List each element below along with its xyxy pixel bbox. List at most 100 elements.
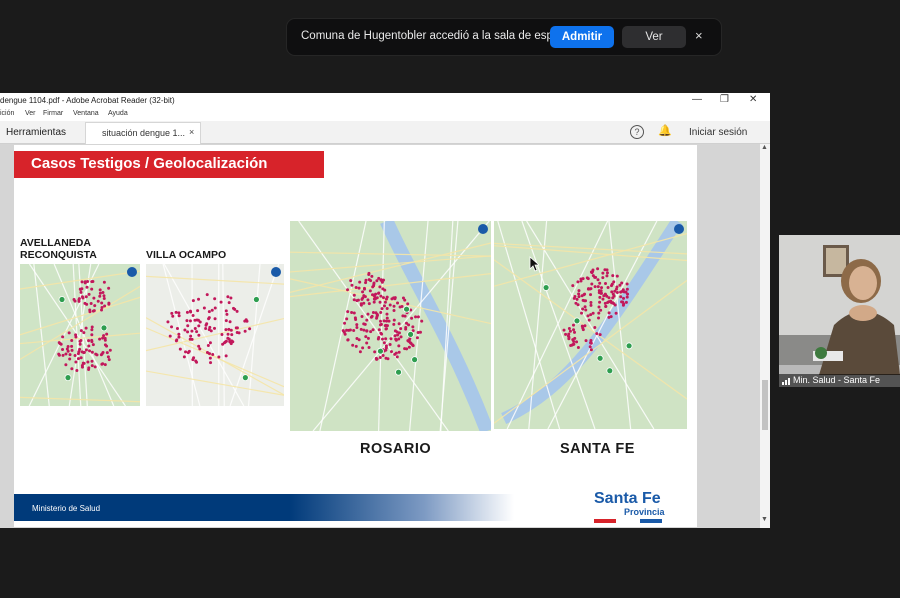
case-marker: [195, 330, 199, 334]
case-marker: [397, 331, 401, 335]
map-pin: [542, 284, 550, 291]
case-marker: [368, 289, 372, 293]
window-close-button[interactable]: ✕: [749, 94, 757, 105]
case-marker: [577, 295, 581, 299]
case-marker: [598, 333, 602, 337]
case-marker: [369, 315, 373, 319]
scroll-thumb[interactable]: [762, 380, 768, 430]
case-marker: [365, 341, 369, 345]
case-marker: [591, 311, 595, 315]
menu-item-help[interactable]: Ayuda: [108, 110, 128, 117]
tab-close-icon[interactable]: ×: [189, 127, 194, 137]
case-marker: [385, 306, 389, 310]
label-rosario: ROSARIO: [360, 441, 432, 457]
case-marker: [577, 292, 581, 296]
case-marker: [68, 353, 72, 357]
case-marker: [232, 306, 236, 310]
case-marker: [571, 323, 575, 327]
case-marker: [589, 293, 593, 297]
case-marker: [202, 306, 206, 310]
case-marker: [384, 297, 388, 301]
case-marker: [378, 356, 382, 360]
menu-item-window[interactable]: Ventana: [73, 110, 99, 117]
close-icon[interactable]: ×: [695, 28, 703, 43]
case-marker: [82, 331, 86, 335]
case-marker: [378, 323, 382, 327]
chevron-up-icon[interactable]: ▲: [761, 144, 768, 151]
case-marker: [367, 302, 371, 306]
bell-icon[interactable]: 🔔: [658, 124, 672, 137]
case-marker: [359, 302, 363, 306]
menu-item-view[interactable]: Ver: [25, 110, 36, 117]
case-marker: [213, 297, 217, 301]
case-marker: [87, 339, 91, 343]
case-marker: [93, 304, 97, 308]
menu-item-sign[interactable]: Firmar: [43, 110, 63, 117]
case-marker: [415, 336, 419, 340]
vertical-scrollbar[interactable]: ▲ ▼: [760, 144, 770, 528]
case-marker: [90, 333, 94, 337]
case-marker: [383, 300, 387, 304]
case-marker: [624, 300, 628, 304]
case-marker: [105, 351, 109, 355]
admit-button[interactable]: Admitir: [550, 26, 614, 48]
case-marker: [190, 337, 194, 341]
case-marker: [381, 354, 385, 358]
map-pin: [625, 342, 633, 350]
tab-document[interactable]: situación dengue 1... ×: [85, 122, 201, 144]
case-marker: [91, 343, 95, 347]
case-marker: [593, 326, 597, 330]
case-marker: [102, 296, 106, 300]
case-marker: [378, 285, 382, 289]
case-marker: [88, 349, 92, 353]
restore-button[interactable]: ❐: [720, 94, 729, 105]
case-marker: [193, 326, 197, 330]
case-marker: [393, 329, 397, 333]
case-marker: [411, 325, 415, 329]
case-marker: [90, 359, 94, 363]
case-marker: [394, 351, 398, 355]
case-marker: [605, 274, 609, 278]
menu-item-edit[interactable]: ición: [0, 110, 14, 117]
case-marker: [177, 335, 181, 339]
case-marker: [224, 354, 228, 358]
case-marker: [204, 326, 208, 330]
minimize-button[interactable]: —: [692, 94, 702, 105]
help-icon[interactable]: ?: [630, 125, 644, 139]
case-marker: [371, 285, 375, 289]
case-marker: [346, 338, 350, 342]
case-marker: [579, 279, 583, 283]
case-marker: [211, 352, 215, 356]
case-marker: [355, 326, 359, 330]
case-marker: [197, 344, 201, 348]
case-marker: [605, 294, 609, 298]
signin-link[interactable]: Iniciar sesión: [689, 127, 747, 138]
case-marker: [77, 350, 81, 354]
case-marker: [390, 297, 394, 301]
case-marker: [418, 330, 422, 334]
case-marker: [613, 303, 617, 307]
case-marker: [601, 276, 605, 280]
case-marker: [372, 281, 376, 285]
case-marker: [384, 327, 388, 331]
case-marker: [68, 357, 72, 361]
case-marker: [388, 303, 392, 307]
case-marker: [392, 308, 396, 312]
case-marker: [598, 281, 602, 285]
tab-tools[interactable]: Herramientas: [6, 127, 66, 138]
case-marker: [103, 363, 107, 367]
case-marker: [210, 308, 214, 312]
case-marker: [206, 344, 210, 348]
case-marker: [588, 287, 592, 291]
participant-video[interactable]: Min. Salud - Santa Fe: [779, 235, 900, 387]
chevron-down-icon[interactable]: ▼: [761, 516, 768, 523]
case-marker: [79, 290, 83, 294]
case-marker: [184, 350, 188, 354]
case-marker: [102, 294, 106, 298]
view-button[interactable]: Ver: [622, 26, 686, 48]
case-marker: [224, 309, 228, 313]
case-marker: [208, 341, 212, 345]
case-marker: [186, 324, 190, 328]
case-marker: [590, 282, 594, 286]
case-marker: [622, 296, 626, 300]
